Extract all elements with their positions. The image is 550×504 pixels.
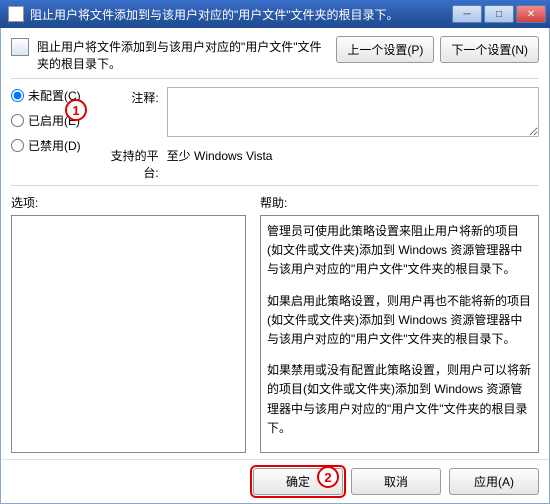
help-paragraph: 如果禁用或没有配置此策略设置，则用户可以将新的项目(如文件或文件夹)添加到 Wi…	[267, 361, 532, 438]
help-paragraph: 管理员可使用此策略设置来阻止用户将新的项目(如文件或文件夹)添加到 Window…	[267, 222, 532, 280]
apply-button[interactable]: 应用(A)	[449, 468, 539, 495]
client-area: 阻止用户将文件添加到与该用户对应的"用户文件"文件夹的根目录下。 上一个设置(P…	[0, 28, 550, 504]
policy-icon	[11, 38, 29, 56]
help-paragraph: 注意: 启用此策略设置并不能阻止用户将新的项目(如文件和文件夹)添加到 %use…	[267, 450, 532, 453]
nav-buttons: 上一个设置(P) 下一个设置(N)	[336, 36, 539, 63]
policy-title: 阻止用户将文件添加到与该用户对应的"用户文件"文件夹的根目录下。	[37, 36, 328, 72]
next-setting-button[interactable]: 下一个设置(N)	[440, 36, 539, 63]
platform-row: 支持的平台: 至少 Windows Vista	[99, 145, 539, 181]
radio-disabled[interactable]: 已禁用(D)	[11, 137, 81, 154]
radio-not-configured-input[interactable]	[11, 89, 24, 102]
radio-disabled-label: 已禁用(D)	[28, 137, 81, 154]
window-title: 阻止用户将文件添加到与该用户对应的"用户文件"文件夹的根目录下。	[30, 6, 452, 23]
window-controls: ─ □ ✕	[452, 5, 546, 23]
minimize-button[interactable]: ─	[452, 5, 482, 23]
config-area: 未配置(C) 已启用(E) 已禁用(D) 1 注释: 支持的平台: 至少 Win…	[1, 79, 549, 185]
radio-enabled[interactable]: 已启用(E)	[11, 112, 81, 129]
fields: 注释: 支持的平台: 至少 Windows Vista	[99, 87, 539, 181]
radio-enabled-input[interactable]	[11, 114, 24, 127]
platform-label: 支持的平台:	[99, 145, 159, 181]
radio-not-configured[interactable]: 未配置(C)	[11, 87, 81, 104]
pane-labels: 选项: 帮助:	[1, 186, 549, 215]
ok-button[interactable]: 确定	[253, 468, 343, 495]
help-paragraph: 如果启用此策略设置，则用户再也不能将新的项目(如文件或文件夹)添加到 Windo…	[267, 292, 532, 350]
radio-not-configured-label: 未配置(C)	[28, 87, 81, 104]
radio-group: 未配置(C) 已启用(E) 已禁用(D) 1	[11, 87, 81, 181]
help-pane: 管理员可使用此策略设置来阻止用户将新的项目(如文件或文件夹)添加到 Window…	[260, 215, 539, 453]
comment-row: 注释:	[99, 87, 539, 137]
platform-value: 至少 Windows Vista	[167, 145, 539, 164]
comment-input[interactable]	[167, 87, 539, 137]
panes: 管理员可使用此策略设置来阻止用户将新的项目(如文件或文件夹)添加到 Window…	[1, 215, 549, 459]
cancel-button[interactable]: 取消	[351, 468, 441, 495]
footer: 2 确定 取消 应用(A)	[1, 459, 549, 503]
comment-label: 注释:	[99, 87, 159, 106]
maximize-button[interactable]: □	[484, 5, 514, 23]
app-icon	[8, 6, 24, 22]
previous-setting-button[interactable]: 上一个设置(P)	[336, 36, 434, 63]
help-label: 帮助:	[260, 194, 287, 211]
radio-disabled-input[interactable]	[11, 139, 24, 152]
header-row: 阻止用户将文件添加到与该用户对应的"用户文件"文件夹的根目录下。 上一个设置(P…	[1, 28, 549, 78]
options-pane	[11, 215, 246, 453]
options-label: 选项:	[11, 194, 246, 211]
radio-enabled-label: 已启用(E)	[28, 112, 80, 129]
titlebar: 阻止用户将文件添加到与该用户对应的"用户文件"文件夹的根目录下。 ─ □ ✕	[0, 0, 550, 28]
close-button[interactable]: ✕	[516, 5, 546, 23]
